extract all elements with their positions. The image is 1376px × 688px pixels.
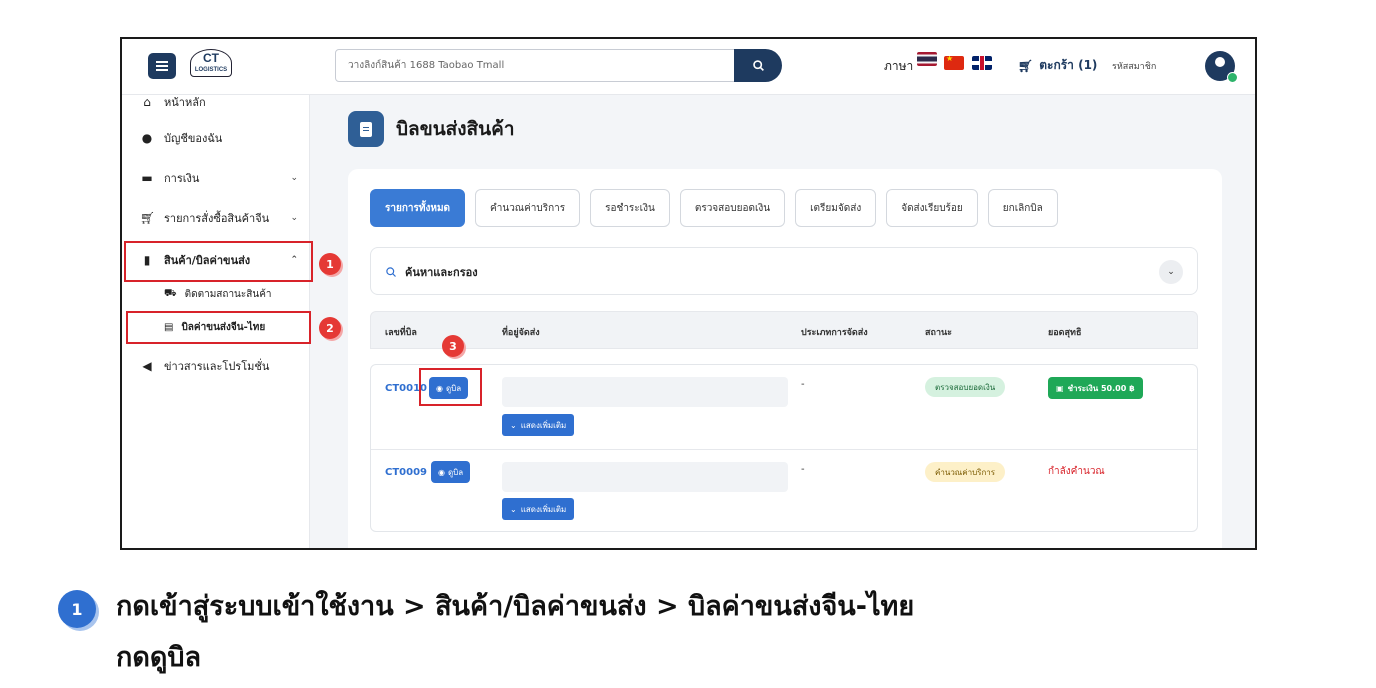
sidebar-item-orders[interactable]: 🛒︎ รายการสั่งซื้อสินค้าจีน ⌄: [140, 209, 300, 227]
sidebar-item-account[interactable]: ● บัญชีของฉัน: [140, 129, 300, 147]
cart-button[interactable]: 🛒︎ ตะกร้า (1): [1018, 56, 1097, 75]
logo-text: CT: [203, 51, 219, 65]
table-header: เลขที่บิล ที่อยู่จัดส่ง ประเภทการจัดส่ง …: [370, 311, 1198, 349]
search-filter-panel[interactable]: ค้นหาและกรอง ⌄: [370, 247, 1198, 295]
pay-label: ชำระเงิน 50.00 ฿: [1067, 383, 1135, 393]
language-label: ภาษา: [884, 59, 914, 73]
table-body: CT0010 ◉ ดูบิล ⌄ แสดงเพิ่มเติม - ตรวจสอบ…: [370, 364, 1198, 532]
search-input[interactable]: [336, 50, 734, 81]
tab-preparing[interactable]: เตรียมจัดส่ง: [795, 189, 877, 227]
sidebar-item-label: บัญชีของฉัน: [164, 132, 223, 145]
instruction-step-number: 1: [58, 590, 96, 628]
search-field[interactable]: [335, 49, 735, 82]
cash-icon: ▣: [1056, 383, 1064, 393]
cart-icon: 🛒︎: [1018, 58, 1034, 73]
chevron-down-icon: ⌄: [290, 213, 298, 223]
tab-calculate[interactable]: คำนวณค่าบริการ: [475, 189, 581, 227]
cart-icon: 🛒︎: [140, 211, 156, 225]
logo[interactable]: CT LOGISTICS: [190, 49, 232, 77]
chevron-down-icon: ⌄: [290, 173, 298, 183]
wallet-icon: ▬: [141, 171, 153, 185]
column-header-status: สถานะ: [925, 328, 952, 338]
search-icon: [386, 267, 396, 277]
shipping-type: -: [801, 379, 805, 390]
uk-flag-icon[interactable]: [972, 56, 992, 70]
page-header: บิลขนส่งสินค้า: [348, 111, 515, 147]
status-badge: คำนวณค่าบริการ: [925, 462, 1006, 482]
sidebar-subitem-label: ติดตามสถานะสินค้า: [184, 289, 272, 300]
cart-label: ตะกร้า (1): [1039, 58, 1098, 72]
chevron-down-icon[interactable]: ⌄: [1159, 260, 1183, 284]
show-more-label: แสดงเพิ่มเติม: [520, 504, 567, 514]
tab-delivered[interactable]: จัดส่งเรียบร้อย: [886, 189, 978, 227]
column-header-address: ที่อยู่จัดส่ง: [502, 328, 540, 338]
instruction-line-1: กดเข้าสู่ระบบเข้าใช้งาน > สินค้า/บิลค่าข…: [116, 591, 915, 622]
column-header-shipping-type: ประเภทการจัดส่ง: [801, 328, 868, 338]
sidebar-item-news[interactable]: ◀ ข่าวสารและโปรโมชั่น: [140, 357, 300, 375]
highlight-box-china-thai-bill: [126, 311, 311, 344]
address-field: [502, 377, 788, 407]
table-row: CT0009 ◉ ดูบิล ⌄ แสดงเพิ่มเติม - คำนวณค่…: [371, 449, 1197, 533]
status-badge: ตรวจสอบยอดเงิน: [925, 377, 1006, 397]
menu-icon: [156, 65, 168, 67]
sidebar-item-label: การเงิน: [164, 172, 200, 185]
total-calculating: กำลังคำนวณ: [1048, 466, 1105, 477]
tab-all[interactable]: รายการทั้งหมด: [370, 189, 466, 227]
view-bill-label: ดูบิล: [447, 467, 464, 477]
page-title: บิลขนส่งสินค้า: [396, 118, 515, 140]
bill-icon: [348, 111, 384, 147]
hamburger-menu-button[interactable]: [148, 53, 176, 79]
highlight-box-shipping-bills: [124, 241, 313, 282]
truck-icon: ⛟: [164, 288, 177, 299]
step-marker-3: 3: [442, 335, 464, 357]
shipping-type: -: [801, 464, 805, 475]
column-header-total: ยอดสุทธิ: [1048, 328, 1082, 338]
show-more-button[interactable]: ⌄ แสดงเพิ่มเติม: [502, 414, 575, 436]
sidebar-item-label: ข่าวสารและโปรโมชั่น: [164, 360, 270, 373]
chevron-down-icon: ⌄: [510, 504, 517, 514]
eye-icon: ◉: [438, 467, 445, 477]
chevron-down-icon: ⌄: [510, 420, 517, 430]
sidebar-subitem-track-status[interactable]: ⛟ ติดตามสถานะสินค้า: [164, 287, 272, 302]
sidebar-item-label: หน้าหลัก: [164, 96, 206, 109]
highlight-box-view-bill: [419, 368, 482, 406]
pay-button[interactable]: ▣ ชำระเงิน 50.00 ฿: [1048, 377, 1143, 399]
filter-label: ค้นหาและกรอง: [405, 266, 478, 279]
bills-card: รายการทั้งหมด คำนวณค่าบริการ รอชำระเงิน …: [348, 169, 1222, 548]
logo-subtext: LOGISTICS: [194, 67, 228, 73]
thai-flag-icon[interactable]: [917, 52, 937, 66]
view-bill-button[interactable]: ◉ ดูบิล: [431, 461, 471, 483]
search-button[interactable]: [734, 49, 782, 82]
user-icon: ●: [141, 131, 153, 145]
show-more-button[interactable]: ⌄ แสดงเพิ่มเติม: [502, 498, 575, 520]
sidebar-item-finance[interactable]: ▬ การเงิน ⌄: [140, 169, 300, 187]
step-marker-1: 1: [319, 253, 341, 275]
screenshot-frame: CT LOGISTICS ภาษา 🛒︎ ตะกร้า (1) รหัสสมาช…: [120, 37, 1257, 550]
column-header-bill-no: เลขที่บิล: [385, 328, 417, 338]
member-id-label: รหัสสมาชิก: [1112, 62, 1157, 72]
megaphone-icon: ◀: [142, 359, 152, 373]
avatar[interactable]: [1205, 51, 1238, 83]
search-icon: [752, 60, 764, 71]
tab-verify-amount[interactable]: ตรวจสอบยอดเงิน: [679, 189, 786, 227]
filter-header: ค้นหาและกรอง: [385, 263, 478, 281]
table-row: CT0010 ◉ ดูบิล ⌄ แสดงเพิ่มเติม - ตรวจสอบ…: [371, 365, 1197, 449]
china-flag-icon[interactable]: [944, 56, 964, 70]
address-field: [502, 462, 788, 492]
instruction-line-2: กดดูบิล: [116, 642, 202, 673]
tab-cancelled[interactable]: ยกเลิกบิล: [987, 189, 1058, 227]
status-tabs: รายการทั้งหมด คำนวณค่าบริการ รอชำระเงิน …: [370, 189, 1058, 227]
show-more-label: แสดงเพิ่มเติม: [520, 420, 567, 430]
top-bar: CT LOGISTICS ภาษา 🛒︎ ตะกร้า (1) รหัสสมาช…: [122, 39, 1255, 95]
sidebar-item-home[interactable]: ⌂ หน้าหลัก: [140, 93, 300, 111]
tab-awaiting-payment[interactable]: รอชำระเงิน: [590, 189, 670, 227]
step-marker-2: 2: [319, 317, 341, 339]
bill-number[interactable]: CT0009: [385, 467, 427, 478]
sidebar-item-label: รายการสั่งซื้อสินค้าจีน: [164, 212, 270, 225]
home-icon: ⌂: [143, 95, 151, 109]
